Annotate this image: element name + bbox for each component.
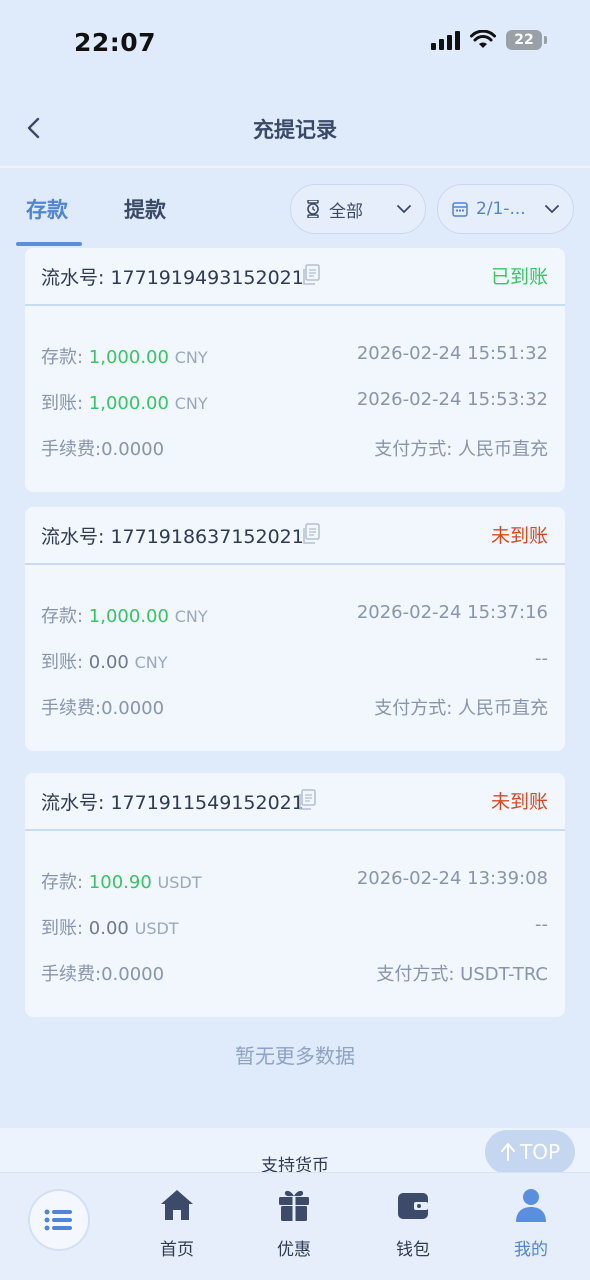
arrival-label: 到账: [41,393,89,414]
fee-row: 手续费:0.0000 支付方式: USDT-TRC [41,960,548,990]
wifi-icon [470,30,496,48]
arrival-amount: 1,000.00 [88,393,169,414]
page-title: 充提记录 [253,118,337,142]
arrival-label: 到账: [41,652,89,673]
deposit-time: 2026-02-24 15:51:32 [356,343,548,364]
deposit-currency: USDT [157,873,202,892]
menu-list-icon [44,1209,72,1231]
back-to-top-button[interactable]: TOP [485,1130,575,1174]
cellular-signal-icon [431,30,460,50]
record-card-body: 存款: 100.90 USDT 2026-02-24 13:39:08 到账: … [25,831,565,1017]
deposit-label: 存款: [41,347,89,368]
status-bar: 22:07 22 [0,0,590,88]
deposit-row: 存款: 1,000.00 CNY 2026-02-24 15:51:32 [41,343,548,373]
user-icon [516,1189,546,1222]
arrival-row: 到账: 0.00 USDT -- [41,914,548,944]
deposit-label: 存款: [41,606,89,627]
deposit-row: 存款: 1,000.00 CNY 2026-02-24 15:37:16 [41,602,548,632]
deposit-amount: 1,000.00 [88,347,169,368]
battery-icon: 22 [506,30,547,50]
active-tab-indicator [16,242,82,246]
nav-item-home[interactable]: 首页 [137,1187,217,1260]
payment-method: 支付方式: 人民币直充 [374,698,548,719]
nav-label-mine: 我的 [514,1240,548,1260]
nav-item-promo[interactable]: 优惠 [254,1187,334,1260]
fee-row: 手续费:0.0000 支付方式: 人民币直充 [41,435,548,465]
chevron-down-icon [545,205,559,214]
status-time: 22:07 [74,28,157,57]
chevron-down-icon [397,205,411,214]
arrival-currency: CNY [174,394,208,413]
nav-item-wallet[interactable]: 钱包 [373,1187,453,1260]
arrival-currency: CNY [134,653,168,672]
tabs-bar: 存款 提款 全部 2/1-... [0,170,590,248]
status-badge: 未到账 [490,791,548,813]
nav-label-home: 首页 [160,1240,194,1260]
back-to-top-label: TOP [519,1140,561,1164]
record-card-body: 存款: 1,000.00 CNY 2026-02-24 15:37:16 到账:… [25,565,565,751]
copy-icon[interactable] [297,789,317,811]
menu-button[interactable] [28,1189,90,1251]
no-more-data-text: 暂无更多数据 [235,1044,355,1068]
status-icons: 22 [431,30,547,50]
status-badge: 已到账 [490,266,548,288]
arrival-row: 到账: 0.00 CNY -- [41,648,548,678]
record-card-header: 流水号: 1771911549152021 未到账 [25,773,565,831]
date-filter-value: 2/1-... [476,199,526,219]
record-card: 流水号: 1771911549152021 未到账 存款: 100.90 USD… [25,773,565,1017]
date-filter-dropdown[interactable]: 2/1-... [437,184,574,234]
record-card: 流水号: 1771918637152021 未到账 存款: 1,000.00 C… [25,507,565,751]
fee-text: 手续费:0.0000 [41,439,165,460]
payment-method: 支付方式: 人民币直充 [374,439,548,460]
deposit-amount: 100.90 [88,872,152,893]
fee-text: 手续费:0.0000 [41,698,165,719]
arrival-currency: USDT [134,919,179,938]
nav-label-promo: 优惠 [277,1240,311,1260]
arrival-time: 2026-02-24 15:53:32 [356,389,548,410]
gift-icon [279,1190,309,1221]
copy-icon[interactable] [301,264,321,286]
serial-number: 流水号: 1771918637152021 [41,526,304,548]
tab-deposit[interactable]: 存款 [26,194,68,224]
arrow-up-icon [500,1143,515,1161]
deposit-amount: 1,000.00 [88,606,169,627]
arrival-time: -- [535,914,548,935]
arrival-row: 到账: 1,000.00 CNY 2026-02-24 15:53:32 [41,389,548,419]
watch-icon [307,200,319,218]
arrival-amount: 0.00 [88,652,129,673]
deposit-row: 存款: 100.90 USDT 2026-02-24 13:39:08 [41,868,548,898]
nav-label-wallet: 钱包 [396,1240,430,1260]
bottom-nav: 首页 优惠 钱包 我的 [0,1172,590,1280]
header: 充提记录 [0,88,590,168]
deposit-label: 存款: [41,872,89,893]
status-badge: 未到账 [490,525,548,547]
record-card-body: 存款: 1,000.00 CNY 2026-02-24 15:51:32 到账:… [25,306,565,492]
deposit-time: 2026-02-24 15:37:16 [356,602,548,623]
record-card-header: 流水号: 1771919493152021 已到账 [25,248,565,306]
deposit-time: 2026-02-24 13:39:08 [356,868,548,889]
fee-text: 手续费:0.0000 [41,964,165,985]
fee-row: 手续费:0.0000 支付方式: 人民币直充 [41,694,548,724]
serial-number: 流水号: 1771911549152021 [41,792,304,814]
arrival-time: -- [535,648,548,669]
arrival-label: 到账: [41,918,89,939]
payment-method: 支付方式: USDT-TRC [376,964,548,985]
copy-icon[interactable] [301,523,321,545]
deposit-currency: CNY [174,607,208,626]
nav-item-mine[interactable]: 我的 [491,1187,571,1260]
tab-withdraw[interactable]: 提款 [124,194,166,224]
record-card: 流水号: 1771919493152021 已到账 存款: 1,000.00 C… [25,248,565,492]
wallet-icon [398,1193,428,1219]
arrival-amount: 0.00 [88,918,129,939]
serial-number: 流水号: 1771919493152021 [41,267,304,289]
home-icon [161,1190,193,1220]
status-filter-dropdown[interactable]: 全部 [290,184,426,234]
record-card-header: 流水号: 1771918637152021 未到账 [25,507,565,565]
calendar-icon [452,202,468,217]
deposit-currency: CNY [174,348,208,367]
status-filter-value: 全部 [329,201,363,222]
